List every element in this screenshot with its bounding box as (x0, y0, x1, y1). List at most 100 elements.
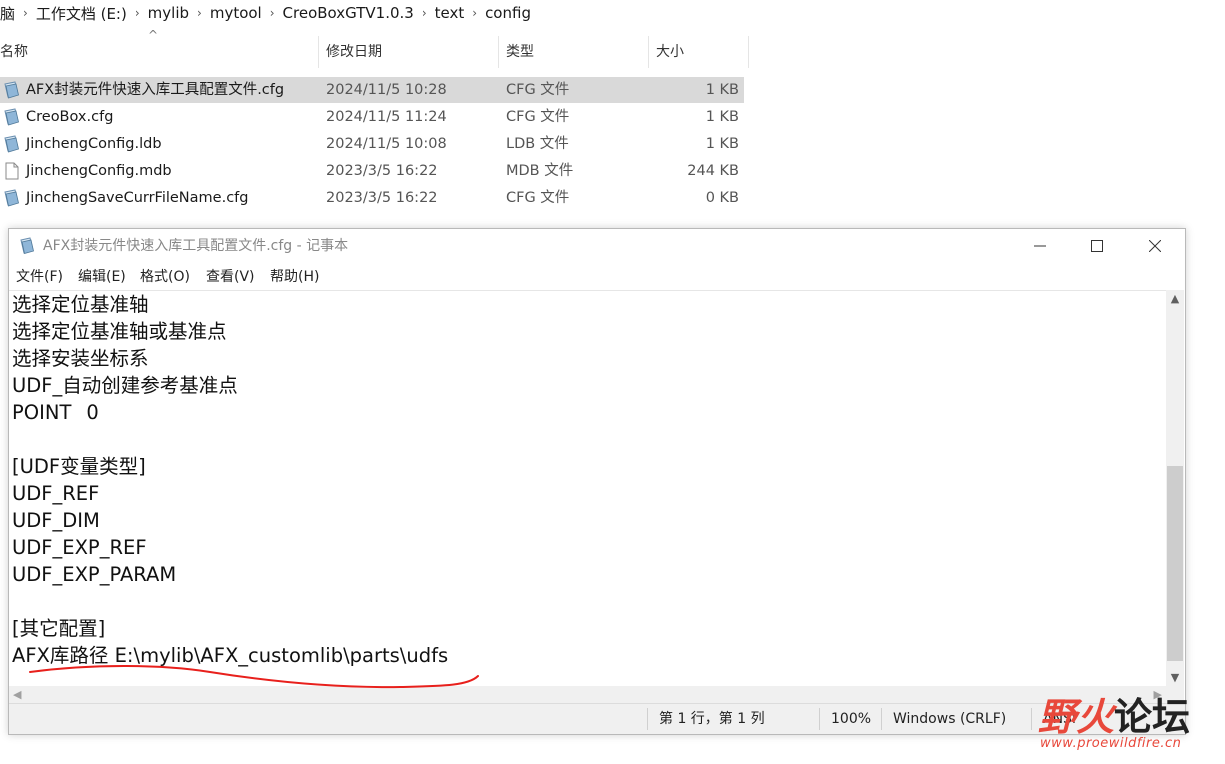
editor-line: UDF_DIM (12, 509, 100, 532)
scroll-up-icon[interactable]: ▲ (1166, 292, 1184, 305)
editor-line: 选择定位基准轴或基准点 (12, 320, 227, 343)
notepad-window[interactable]: AFX封装元件快速入库工具配置文件.cfg - 记事本 文件(F) 编辑(E) … (8, 228, 1186, 735)
file-type: CFG 文件 (506, 82, 570, 98)
address-breadcrumb[interactable]: 脑 › 工作文档 (E:) › mylib › mytool › CreoBox… (0, 0, 1225, 26)
editor-line: 选择定位基准轴 (12, 293, 149, 316)
minimize-icon (1034, 245, 1046, 247)
status-cursor-position: 第 1 行，第 1 列 (659, 711, 765, 727)
maximize-icon (1091, 240, 1103, 252)
scrollbar-thumb[interactable] (1167, 466, 1183, 661)
close-icon (1149, 240, 1161, 252)
chevron-right-icon: › (134, 6, 140, 20)
watermark-url: www.proewildfire.cn (1040, 736, 1182, 751)
config-file-icon (4, 189, 19, 207)
status-zoom: 100% (831, 711, 872, 727)
file-date: 2024/11/5 10:08 (326, 136, 447, 152)
chevron-right-icon: › (23, 6, 28, 20)
breadcrumb-item-this-pc[interactable]: 脑 (0, 3, 21, 24)
config-file-icon (4, 108, 19, 126)
editor-line: [UDF变量类型] (12, 455, 146, 478)
menu-file[interactable]: 文件(F) (16, 265, 63, 289)
editor-line: [其它配置] (12, 617, 106, 640)
scroll-down-icon[interactable]: ▼ (1166, 671, 1184, 684)
status-bar: 第 1 行，第 1 列 100% Windows (CRLF) ANSI (9, 703, 1185, 734)
editor-line: UDF_EXP_REF (12, 536, 147, 559)
file-type: CFG 文件 (506, 190, 570, 206)
file-date: 2023/3/5 16:22 (326, 190, 438, 206)
menu-view[interactable]: 查看(V) (206, 265, 255, 289)
menu-format[interactable]: 格式(O) (140, 265, 190, 289)
watermark-text: 野火论坛 (1038, 686, 1190, 741)
notepad-app-icon (20, 237, 34, 254)
editor-line: 选择安装坐标系 (12, 347, 149, 370)
watermark-char: 野 (1038, 695, 1077, 739)
file-row[interactable]: JinchengConfig.mdb 2023/3/5 16:22 MDB 文件… (0, 158, 744, 184)
file-row[interactable]: CreoBox.cfg 2024/11/5 11:24 CFG 文件 1 KB (0, 104, 744, 130)
file-name: JinchengConfig.mdb (26, 163, 172, 179)
notepad-titlebar[interactable]: AFX封装元件快速入库工具配置文件.cfg - 记事本 (9, 229, 1185, 263)
menu-edit[interactable]: 编辑(E) (78, 265, 126, 289)
vertical-scrollbar[interactable]: ▲ ▼ (1166, 290, 1184, 686)
file-type: CFG 文件 (506, 109, 570, 125)
file-type: LDB 文件 (506, 136, 569, 152)
text-editor[interactable]: 选择定位基准轴 选择定位基准轴或基准点 选择安装坐标系 UDF_自动创建参考基准… (9, 290, 1166, 687)
file-size: 1 KB (705, 82, 739, 98)
file-date: 2024/11/5 10:28 (326, 82, 447, 98)
editor-line: UDF_EXP_PARAM (12, 563, 177, 586)
breadcrumb-item-config[interactable]: config (479, 4, 537, 22)
status-divider (1031, 708, 1032, 730)
file-size: 1 KB (705, 109, 739, 125)
file-date: 2024/11/5 11:24 (326, 109, 447, 125)
editor-line: UDF_自动创建参考基准点 (12, 374, 238, 397)
chevron-right-icon: › (472, 6, 478, 20)
file-list-header: ^ 名称 修改日期 类型 大小 (0, 28, 750, 68)
breadcrumb-item-drive[interactable]: 工作文档 (E:) (30, 3, 133, 24)
breadcrumb-item-mylib[interactable]: mylib (142, 4, 195, 22)
file-size: 0 KB (705, 190, 739, 206)
scroll-left-icon[interactable]: ◀ (13, 686, 21, 703)
file-name: JinchengSaveCurrFileName.cfg (26, 190, 249, 206)
window-title: AFX封装元件快速入库工具配置文件.cfg - 记事本 (43, 238, 349, 254)
sort-ascending-icon: ^ (148, 28, 159, 42)
file-date: 2023/3/5 16:22 (326, 163, 438, 179)
config-file-icon (4, 81, 19, 99)
column-divider[interactable] (498, 36, 499, 68)
editor-line: UDF_REF (12, 482, 100, 505)
breadcrumb-item-mytool[interactable]: mytool (204, 4, 268, 22)
watermark-char: 火 (1076, 695, 1115, 739)
chevron-right-icon: › (197, 6, 202, 20)
status-divider (647, 708, 648, 730)
column-header-name[interactable]: 名称 (0, 36, 28, 68)
file-row[interactable]: JinchengSaveCurrFileName.cfg 2023/3/5 16… (0, 185, 744, 211)
breadcrumb-item-creobox[interactable]: CreoBoxGTV1.0.3 (277, 4, 420, 22)
close-button[interactable] (1126, 229, 1184, 263)
chevron-right-icon: › (421, 6, 427, 20)
status-line-ending: Windows (CRLF) (893, 711, 1007, 727)
file-row[interactable]: JinchengConfig.ldb 2024/11/5 10:08 LDB 文… (0, 131, 744, 157)
column-divider[interactable] (648, 36, 649, 68)
editor-line: AFX库路径 E:\mylib\AFX_customlib\parts\udfs (12, 644, 449, 667)
breadcrumb-item-text[interactable]: text (429, 4, 471, 22)
status-divider (819, 708, 820, 730)
column-header-type[interactable]: 类型 (506, 36, 534, 68)
horizontal-scrollbar[interactable]: ◀ ▶ (9, 686, 1166, 703)
menu-help[interactable]: 帮助(H) (270, 265, 319, 289)
column-header-date[interactable]: 修改日期 (326, 36, 382, 68)
watermark-char: 论坛 (1114, 694, 1191, 739)
editor-line: POINT 0 (12, 401, 99, 424)
status-divider (881, 708, 882, 730)
maximize-button[interactable] (1068, 229, 1126, 263)
minimize-button[interactable] (1011, 229, 1069, 263)
blank-file-icon (5, 162, 19, 180)
column-header-size[interactable]: 大小 (656, 36, 684, 68)
file-size: 1 KB (705, 136, 739, 152)
config-file-icon (4, 135, 19, 153)
file-name: CreoBox.cfg (26, 109, 114, 125)
column-divider[interactable] (318, 36, 319, 68)
file-name: AFX封装元件快速入库工具配置文件.cfg (26, 82, 285, 98)
file-name: JinchengConfig.ldb (26, 136, 162, 152)
file-type: MDB 文件 (506, 163, 574, 179)
watermark-logo: 野火论坛 www.proewildfire.cn (1038, 686, 1223, 760)
column-divider[interactable] (748, 36, 749, 68)
file-row[interactable]: AFX封装元件快速入库工具配置文件.cfg 2024/11/5 10:28 CF… (0, 77, 744, 103)
